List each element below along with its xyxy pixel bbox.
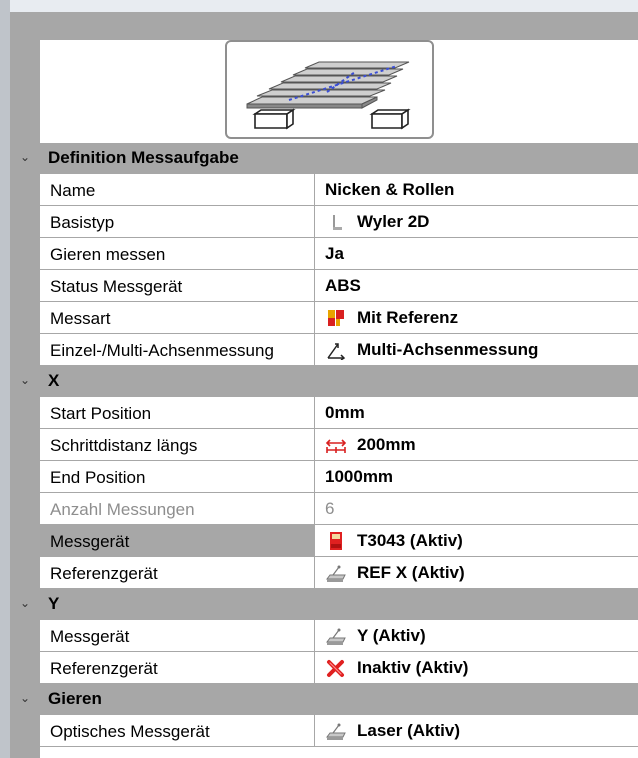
category-title: Gieren (48, 689, 102, 708)
category-x[interactable]: ⌄ X (10, 366, 638, 397)
property-label: Basistyp (40, 206, 315, 238)
property-value[interactable]: Multi-Achsenmessung (315, 334, 638, 366)
property-value-text: 1000mm (325, 467, 394, 486)
window-top-strip (0, 0, 638, 12)
property-value[interactable]: Inaktiv (Aktiv) (315, 652, 638, 684)
property-label: End Position (40, 461, 315, 493)
property-row[interactable]: Optisches Messgerät Laser (Aktiv) (10, 715, 638, 747)
category-title: X (48, 371, 60, 390)
category-y[interactable]: ⌄ Y (10, 589, 638, 620)
property-label: Name (40, 174, 315, 206)
property-row[interactable]: Schrittdistanz längs 200mm (10, 429, 638, 461)
measurement-surface-preview-icon (246, 61, 411, 130)
property-header-band (10, 12, 638, 40)
property-value-text: 0mm (325, 403, 365, 422)
property-label: Anzahl Messungen (40, 493, 315, 525)
property-value-text: Wyler 2D (357, 212, 430, 231)
property-value-text: ABS (325, 276, 361, 295)
property-value-text: Laser (Aktiv) (357, 721, 460, 740)
property-label: Status Messgerät (40, 270, 315, 302)
property-value[interactable]: 1000mm (315, 461, 638, 493)
property-value[interactable]: Nicken & Rollen (315, 174, 638, 206)
property-label: Schrittdistanz längs (40, 429, 315, 461)
property-value[interactable]: 0mm (315, 397, 638, 429)
step-distance-icon (325, 435, 347, 455)
property-value[interactable]: 6 (315, 493, 638, 525)
property-row[interactable]: Name Nicken & Rollen (10, 174, 638, 206)
category-title: Y (48, 594, 60, 613)
multi-axis-icon (325, 340, 347, 361)
property-value-text: Y (Aktiv) (357, 626, 426, 645)
property-label: Messgerät (40, 620, 315, 652)
red-x-icon (325, 658, 347, 678)
collapse-chevron-icon[interactable]: ⌄ (20, 150, 30, 164)
property-row[interactable]: Messart Mit Referenz (10, 302, 638, 334)
property-value[interactable]: Mit Referenz (315, 302, 638, 334)
property-value-text: REF X (Aktiv) (357, 563, 465, 582)
category-gieren[interactable]: ⌄ Gieren (10, 684, 638, 715)
property-row[interactable]: Anzahl Messungen 6 (10, 493, 638, 525)
device-red-icon (325, 531, 347, 551)
property-value[interactable]: T3043 (Aktiv) (315, 525, 638, 557)
property-value-text: Multi-Achsenmessung (357, 340, 539, 359)
property-row[interactable]: Referenzgerät REF X (Aktiv) (10, 557, 638, 589)
device-gray-icon (325, 721, 347, 741)
property-value-text: Inaktiv (Aktiv) (357, 658, 469, 677)
property-value-text: Ja (325, 244, 344, 263)
property-row[interactable]: Gieren messen Ja (10, 238, 638, 270)
property-value[interactable]: Wyler 2D (315, 206, 638, 238)
property-row[interactable]: Messgerät T3043 (Aktiv) (10, 525, 638, 557)
category-definition-messaufgabe[interactable]: ⌄ Definition Messaufgabe (10, 143, 638, 174)
property-value-text: 6 (325, 499, 335, 518)
property-value[interactable]: Y (Aktiv) (315, 620, 638, 652)
property-row[interactable]: Start Position 0mm (10, 397, 638, 429)
category-title: Definition Messaufgabe (48, 148, 239, 167)
property-label: Einzel-/Multi-Achsenmessung (40, 334, 315, 366)
measurement-preview-button[interactable] (225, 40, 434, 139)
property-value-text: Nicken & Rollen (325, 180, 455, 199)
property-row[interactable]: Referenzgerät Inaktiv (Aktiv) (10, 652, 638, 684)
property-value[interactable]: ABS (315, 270, 638, 302)
property-value[interactable]: Ja (315, 238, 638, 270)
property-row[interactable]: Messgerät Y (Aktiv) (10, 620, 638, 652)
left-edge (0, 0, 10, 758)
collapse-chevron-icon[interactable]: ⌄ (20, 373, 30, 387)
reference-flag-icon (325, 308, 347, 328)
property-value[interactable]: Laser (Aktiv) (315, 715, 638, 747)
property-value-text: Mit Referenz (357, 308, 459, 327)
property-label: Optisches Messgerät (40, 715, 315, 747)
property-label: Messgerät (40, 525, 315, 557)
property-row[interactable]: Basistyp Wyler 2D (10, 206, 638, 238)
property-label: Gieren messen (40, 238, 315, 270)
property-value[interactable]: REF X (Aktiv) (315, 557, 638, 589)
collapse-chevron-icon[interactable]: ⌄ (20, 691, 30, 705)
property-label: Referenzgerät (40, 652, 315, 684)
property-row[interactable]: End Position 1000mm (10, 461, 638, 493)
property-value-text: T3043 (Aktiv) (357, 531, 463, 550)
property-value[interactable]: 200mm (315, 429, 638, 461)
property-label: Start Position (40, 397, 315, 429)
device-gray-icon (325, 626, 347, 646)
collapse-chevron-icon[interactable]: ⌄ (20, 596, 30, 610)
property-label: Messart (40, 302, 315, 334)
property-label: Referenzgerät (40, 557, 315, 589)
property-row[interactable]: Einzel-/Multi-Achsenmessung Multi-Achsenm… (10, 334, 638, 366)
property-grid: ⌄ Definition Messaufgabe Name Nicken & Roll… (10, 143, 638, 747)
property-row[interactable]: Status Messgerät ABS (10, 270, 638, 302)
property-value-text: 200mm (357, 435, 416, 454)
level-icon (325, 212, 347, 232)
device-gray-icon (325, 563, 347, 583)
